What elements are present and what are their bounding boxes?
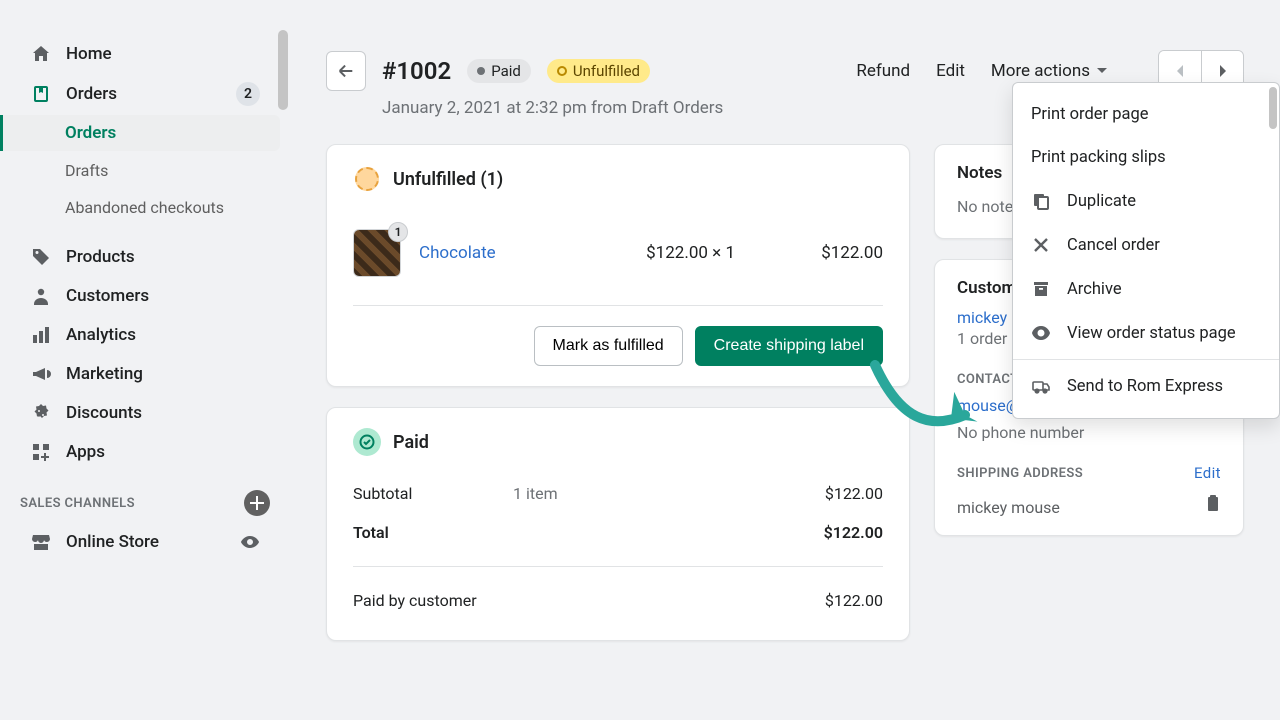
main: #1002 Paid Unfulfilled Refund Edit More … <box>290 30 1280 720</box>
sidebar-item-products[interactable]: Products <box>10 238 280 276</box>
view-icon <box>1031 323 1051 343</box>
nav-label: Apps <box>66 442 105 462</box>
total-row: Total $122.00 <box>353 513 883 552</box>
line-item: 1 Chocolate $122.00 × 1 $122.00 <box>353 211 883 295</box>
orders-icon <box>30 83 52 105</box>
mark-fulfilled-button[interactable]: Mark as fulfilled <box>534 326 683 366</box>
shipping-name: mickey mouse <box>957 498 1195 517</box>
unfulfilled-card: Unfulfilled (1) 1 Chocolate $122.00 × 1 … <box>326 144 910 387</box>
menu-duplicate[interactable]: Duplicate <box>1013 179 1279 223</box>
nav-label: Orders <box>66 84 117 104</box>
clipboard-icon[interactable] <box>1205 495 1221 513</box>
sidebar-item-home[interactable]: Home <box>10 35 280 73</box>
menu-view-status[interactable]: View order status page <box>1013 311 1279 355</box>
menu-cancel-order[interactable]: Cancel order <box>1013 223 1279 267</box>
home-icon <box>30 43 52 65</box>
tag-icon <box>30 246 52 268</box>
sidebar-item-apps[interactable]: Apps <box>10 433 280 471</box>
paid-by-row: Paid by customer $122.00 <box>353 581 883 620</box>
order-title: #1002 <box>382 57 451 85</box>
menu-send-rom-express[interactable]: Send to Rom Express <box>1013 364 1279 408</box>
card-title: Unfulfilled (1) <box>353 165 883 193</box>
create-shipping-label-button[interactable]: Create shipping label <box>695 326 883 366</box>
sidebar-item-analytics[interactable]: Analytics <box>10 316 280 354</box>
dropdown-scrollbar[interactable] <box>1269 87 1277 129</box>
subtotal-row: Subtotal 1 item $122.00 <box>353 474 883 513</box>
customer-phone: No phone number <box>957 423 1221 442</box>
paid-icon <box>353 428 381 456</box>
sidebar-subitem-orders[interactable]: Orders <box>0 115 280 151</box>
back-button[interactable] <box>326 51 366 91</box>
nav-label: Orders <box>65 123 116 143</box>
menu-print-packing[interactable]: Print packing slips <box>1013 136 1279 179</box>
duplicate-icon <box>1031 191 1051 211</box>
sidebar: Home Orders 2 Orders Drafts Abandoned ch… <box>0 30 290 720</box>
sidebar-item-marketing[interactable]: Marketing <box>10 355 280 393</box>
more-actions-menu: Print order page Print packing slips Dup… <box>1012 82 1280 419</box>
sidebar-subitem-drafts[interactable]: Drafts <box>0 152 290 189</box>
edit-shipping-button[interactable]: Edit <box>1194 464 1221 482</box>
sidebar-item-discounts[interactable]: Discounts <box>10 394 280 432</box>
qty-badge: 1 <box>388 222 408 242</box>
cancel-icon <box>1031 235 1051 255</box>
menu-archive[interactable]: Archive <box>1013 267 1279 311</box>
fulfillment-status-badge: Unfulfilled <box>547 59 650 83</box>
bars-icon <box>30 324 52 346</box>
nav-label: Products <box>66 247 135 267</box>
shipping-address-label: SHIPPING ADDRESS Edit <box>957 464 1221 482</box>
more-actions-button[interactable]: More actions <box>991 61 1108 81</box>
paid-card: Paid Subtotal 1 item $122.00 Total $122.… <box>326 407 910 641</box>
refund-button[interactable]: Refund <box>856 61 910 81</box>
chevron-down-icon <box>1096 65 1108 77</box>
view-store-icon[interactable] <box>240 532 260 552</box>
card-title: Paid <box>353 428 883 456</box>
app-icon <box>1031 376 1051 396</box>
dot-icon <box>477 67 485 75</box>
nav-label: Marketing <box>66 364 143 384</box>
product-link[interactable]: Chocolate <box>419 243 587 263</box>
orders-count-badge: 2 <box>236 82 260 106</box>
archive-icon <box>1031 279 1051 299</box>
nav-label: Home <box>66 44 112 64</box>
sidebar-scrollbar[interactable] <box>276 30 290 720</box>
sidebar-item-orders[interactable]: Orders 2 <box>10 74 280 114</box>
unit-price: $122.00 × 1 <box>605 243 735 263</box>
menu-print-order[interactable]: Print order page <box>1013 93 1279 136</box>
sales-channels-label: SALES CHANNELS <box>0 472 290 522</box>
sidebar-item-online-store[interactable]: Online Store <box>10 523 280 561</box>
apps-icon <box>30 441 52 463</box>
person-icon <box>30 285 52 307</box>
edit-button[interactable]: Edit <box>936 61 965 81</box>
sidebar-item-customers[interactable]: Customers <box>10 277 280 315</box>
nav-label: Customers <box>66 286 149 306</box>
sidebar-subitem-abandoned[interactable]: Abandoned checkouts <box>0 189 290 226</box>
store-icon <box>30 531 52 553</box>
discount-icon <box>30 402 52 424</box>
product-thumbnail[interactable]: 1 <box>353 229 401 277</box>
ring-icon <box>557 66 567 76</box>
payment-status-badge: Paid <box>467 59 531 83</box>
nav-label: Discounts <box>66 403 142 423</box>
unfulfilled-icon <box>353 165 381 193</box>
add-channel-button[interactable] <box>244 490 270 516</box>
nav-label: Analytics <box>66 325 136 345</box>
nav-label: Online Store <box>66 532 159 552</box>
line-total: $122.00 <box>753 243 883 263</box>
megaphone-icon <box>30 363 52 385</box>
